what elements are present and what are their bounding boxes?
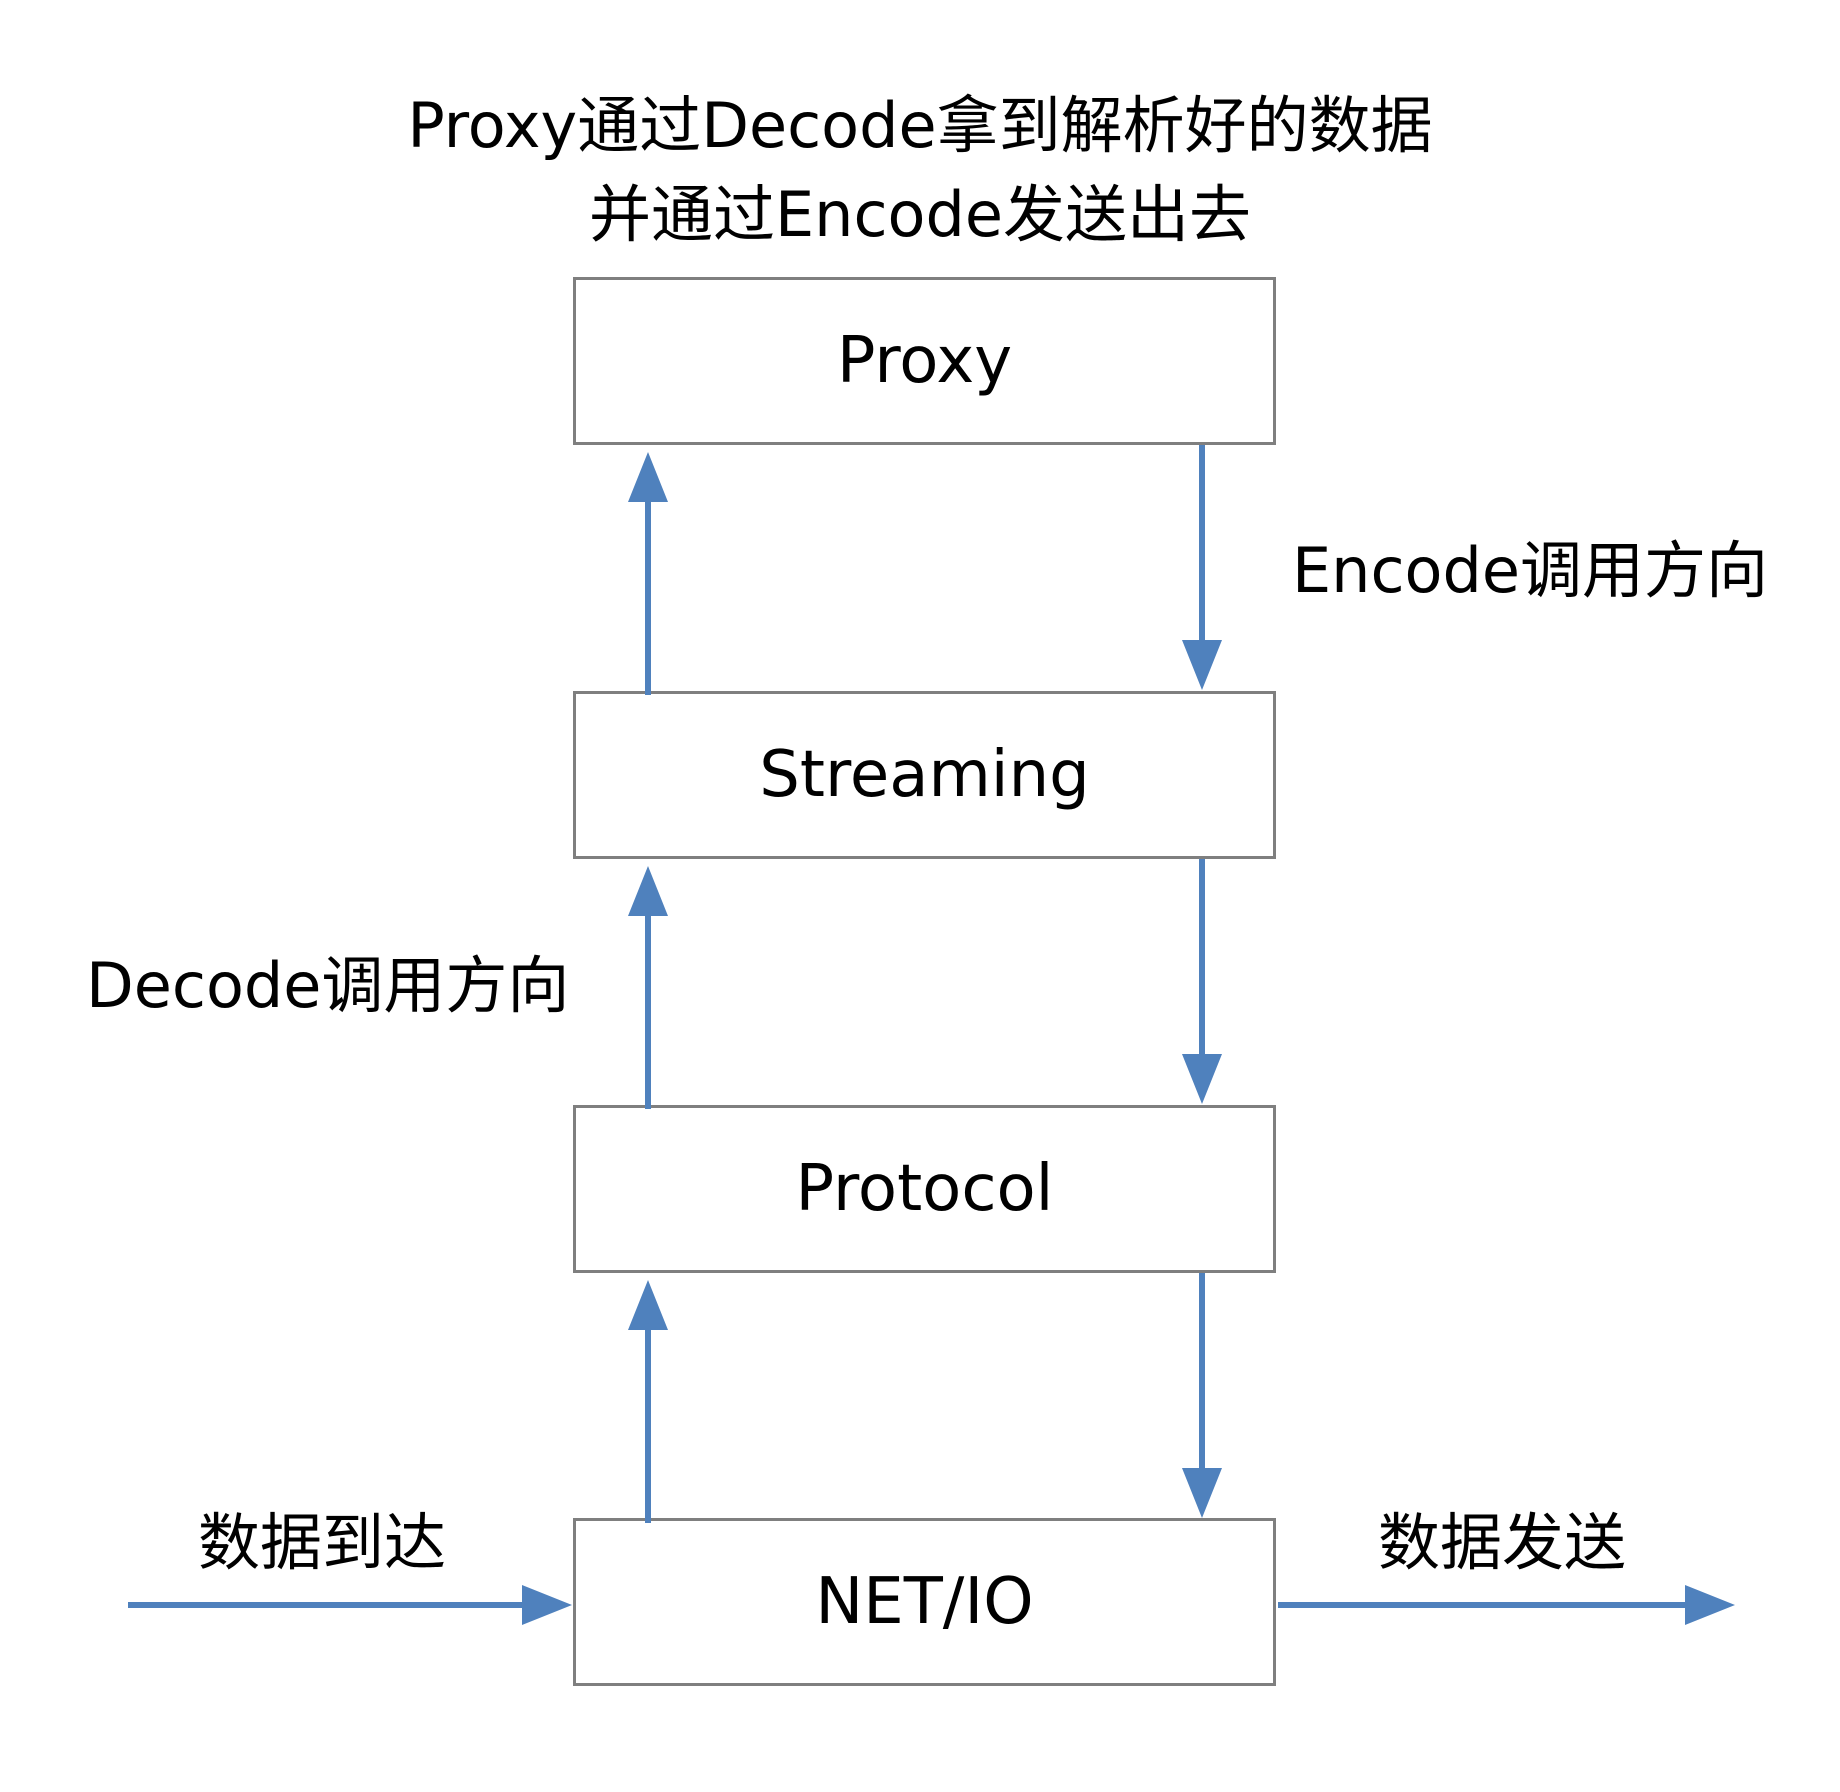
decode-arrow-protocol-to-streaming bbox=[628, 866, 668, 1109]
encode-arrow-streaming-to-protocol bbox=[1182, 859, 1222, 1104]
layer-flow-diagram: Proxy通过Decode拿到解析好的数据 并通过Encode发送出去 Prox… bbox=[0, 0, 1840, 1792]
arrows-layer bbox=[128, 445, 1735, 1625]
data-send-arrow bbox=[1278, 1585, 1735, 1625]
decode-arrow-netio-to-protocol bbox=[628, 1280, 668, 1523]
encode-arrow-protocol-to-netio bbox=[1182, 1273, 1222, 1518]
data-arrive-arrow bbox=[128, 1585, 572, 1625]
encode-arrow-proxy-to-streaming bbox=[1182, 445, 1222, 690]
decode-arrow-streaming-to-proxy bbox=[628, 452, 668, 695]
